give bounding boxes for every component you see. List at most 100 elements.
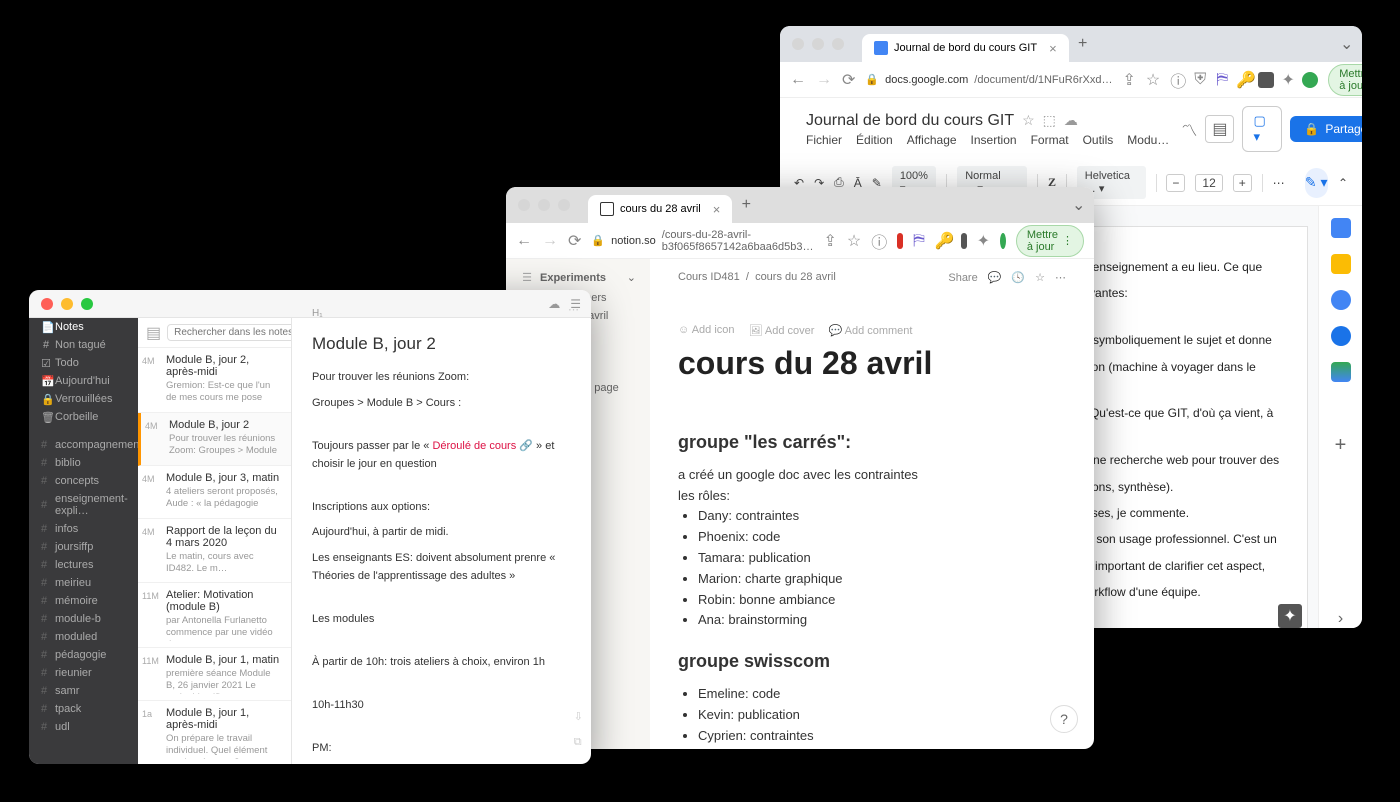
extension-1-icon[interactable]	[1258, 72, 1274, 88]
extension-red-icon[interactable]	[897, 233, 903, 249]
keep-app-icon[interactable]	[1331, 254, 1351, 274]
more-menu-icon[interactable]: ⋯	[1055, 271, 1066, 284]
add-comment-button[interactable]: 💬 Add comment	[828, 324, 912, 337]
page-title[interactable]: cours du 28 avril	[678, 345, 1066, 382]
new-tab-button[interactable]: +	[732, 196, 760, 214]
bookmark-star-icon[interactable]: ☆	[847, 231, 861, 251]
key-icon[interactable]: 🔑	[1236, 70, 1252, 90]
sidebar-tag-moduled[interactable]: #moduled	[29, 628, 138, 646]
close-window[interactable]	[518, 199, 530, 211]
tab-overflow-icon[interactable]: ⌄	[1072, 195, 1082, 215]
flag-icon[interactable]: ⛿	[913, 232, 925, 250]
sidebar-tag-samr[interactable]: #samr	[29, 682, 138, 700]
sidebar-item-corbeille[interactable]: 🗑Corbeille	[29, 408, 138, 426]
minimize-window[interactable]	[538, 199, 550, 211]
sidebar-toggle-icon[interactable]: ▤	[146, 323, 161, 343]
profile-icon[interactable]	[1000, 233, 1006, 249]
bookmark-star-icon[interactable]: ☆	[1146, 70, 1160, 90]
sidebar-tag-moduleb[interactable]: #module-b	[29, 610, 138, 628]
browser-tab-active[interactable]: cours du 28 avril ×	[588, 195, 732, 223]
extension-dark-icon[interactable]	[961, 233, 967, 249]
copy-icon[interactable]: ⧉	[574, 734, 583, 752]
url-bar[interactable]: 🔒 notion.so/cours-du-28-avril-b3f065f865…	[591, 229, 813, 253]
notes-editor[interactable]: ⋯ H₁ Module B, jour 2 Pour trouver les r…	[292, 290, 591, 764]
sidebar-tag-concepts[interactable]: #concepts	[29, 472, 138, 490]
sidebar-tag-tpack[interactable]: #tpack	[29, 700, 138, 718]
cloud-status-icon[interactable]: ☁	[1064, 112, 1078, 129]
share-icon[interactable]: ⇪	[1122, 70, 1135, 90]
note-options-icon[interactable]: ⋯	[568, 302, 579, 320]
menu-format[interactable]: Format	[1031, 133, 1069, 147]
font-size-increase[interactable]: +	[1233, 174, 1252, 192]
maximize-window[interactable]	[832, 38, 844, 50]
share-button[interactable]: 🔒 Partager	[1290, 116, 1362, 142]
sidebar-tag-mmoire[interactable]: #mémoire	[29, 592, 138, 610]
url-bar[interactable]: 🔒 docs.google.com/document/d/1NFuR6rXxd…	[865, 73, 1112, 86]
sidebar-tag-accompagnement[interactable]: #accompagnement	[29, 436, 138, 454]
forward-icon[interactable]: →	[542, 232, 558, 250]
sidebar-item-notes[interactable]: 📄Notes	[29, 318, 138, 336]
activity-icon[interactable]: 〽	[1181, 117, 1197, 141]
note-list-item[interactable]: 1aModule B, jour 1, après-midiOn prépare…	[138, 701, 291, 764]
profile-icon[interactable]	[1302, 72, 1318, 88]
sidebar-tag-lectures[interactable]: #lectures	[29, 556, 138, 574]
add-cover-button[interactable]: 🖼 Add cover	[749, 324, 815, 337]
note-list-item[interactable]: 11MModule B, jour 1, matinpremière séanc…	[138, 648, 291, 701]
sidebar-tag-rieunier[interactable]: #rieunier	[29, 664, 138, 682]
present-button[interactable]: ▢ ▾	[1242, 106, 1282, 152]
collapse-sidepanel-icon[interactable]: ›	[1338, 610, 1343, 628]
forward-icon[interactable]: →	[816, 71, 832, 89]
sidebar-tag-infos[interactable]: #infos	[29, 520, 138, 538]
update-browser-button[interactable]: Mettre à jour ⋮	[1328, 64, 1362, 96]
info-icon[interactable]: ⓘ	[871, 229, 887, 253]
key-icon[interactable]: 🔑	[935, 231, 951, 251]
note-link[interactable]: Déroulé de cours 🔗	[432, 440, 533, 452]
favorite-star-icon[interactable]: ☆	[1035, 271, 1045, 284]
puzzle-icon[interactable]: ✦	[1280, 70, 1296, 90]
sidebar-item-nontagu[interactable]: #Non tagué	[29, 336, 138, 354]
font-size-decrease[interactable]: −	[1166, 174, 1185, 192]
maximize-window[interactable]	[558, 199, 570, 211]
comments-icon[interactable]: 💬	[988, 271, 1002, 284]
maximize-window[interactable]	[81, 298, 93, 310]
sidebar-tag-joursiffp[interactable]: #joursiffp	[29, 538, 138, 556]
minimize-window[interactable]	[61, 298, 73, 310]
sidebar-tag-enseignementexpli[interactable]: #enseignement-expli…	[29, 490, 138, 520]
reload-icon[interactable]: ⟳	[842, 70, 855, 90]
calendar-app-icon[interactable]	[1331, 218, 1351, 238]
puzzle-icon[interactable]: ✦	[977, 231, 990, 251]
help-button[interactable]: ?	[1050, 705, 1078, 733]
share-icon[interactable]: ⇪	[823, 231, 836, 251]
shield-icon[interactable]: ⛨	[1192, 71, 1208, 89]
comments-icon[interactable]: ▤	[1205, 115, 1234, 143]
updates-icon[interactable]: 🕓	[1011, 271, 1025, 284]
close-window[interactable]	[792, 38, 804, 50]
info-icon[interactable]: ⓘ	[1170, 68, 1186, 92]
share-button[interactable]: Share	[948, 272, 977, 284]
sidebar-item-aujourdhui[interactable]: 📅Aujourd'hui	[29, 372, 138, 390]
close-tab-icon[interactable]: ×	[713, 202, 721, 217]
note-list-item[interactable]: 4MModule B, jour 2Pour trouver les réuni…	[138, 413, 291, 466]
doc-title[interactable]: Journal de bord du cours GIT	[806, 112, 1014, 130]
menu-edition[interactable]: Édition	[856, 133, 893, 147]
editing-mode-button[interactable]: ✎ ▾	[1305, 168, 1328, 198]
window-controls[interactable]	[29, 298, 105, 310]
flag-icon[interactable]: ⛿	[1214, 71, 1230, 89]
back-icon[interactable]: ←	[790, 71, 806, 89]
menu-insertion[interactable]: Insertion	[971, 133, 1017, 147]
menu-modules[interactable]: Modu…	[1127, 133, 1169, 147]
close-window[interactable]	[41, 298, 53, 310]
note-list-item[interactable]: 11MAtelier: Motivation (module B)par Ant…	[138, 583, 291, 648]
search-input[interactable]	[167, 324, 292, 341]
font-size-value[interactable]: 12	[1195, 174, 1222, 192]
reload-icon[interactable]: ⟳	[568, 231, 581, 251]
note-list-item[interactable]: 4MRapport de la leçon du 4 mars 2020Le m…	[138, 519, 291, 583]
sidebar-item-verrouilles[interactable]: 🔒Verrouillées	[29, 390, 138, 408]
close-tab-icon[interactable]: ×	[1049, 41, 1057, 56]
move-icon[interactable]: ⬚	[1043, 112, 1056, 129]
breadcrumb-parent[interactable]: Cours ID481	[678, 271, 740, 283]
explore-button[interactable]: ✦	[1278, 604, 1302, 628]
contacts-app-icon[interactable]	[1331, 326, 1351, 346]
window-controls[interactable]	[506, 199, 582, 211]
tasks-app-icon[interactable]	[1331, 290, 1351, 310]
